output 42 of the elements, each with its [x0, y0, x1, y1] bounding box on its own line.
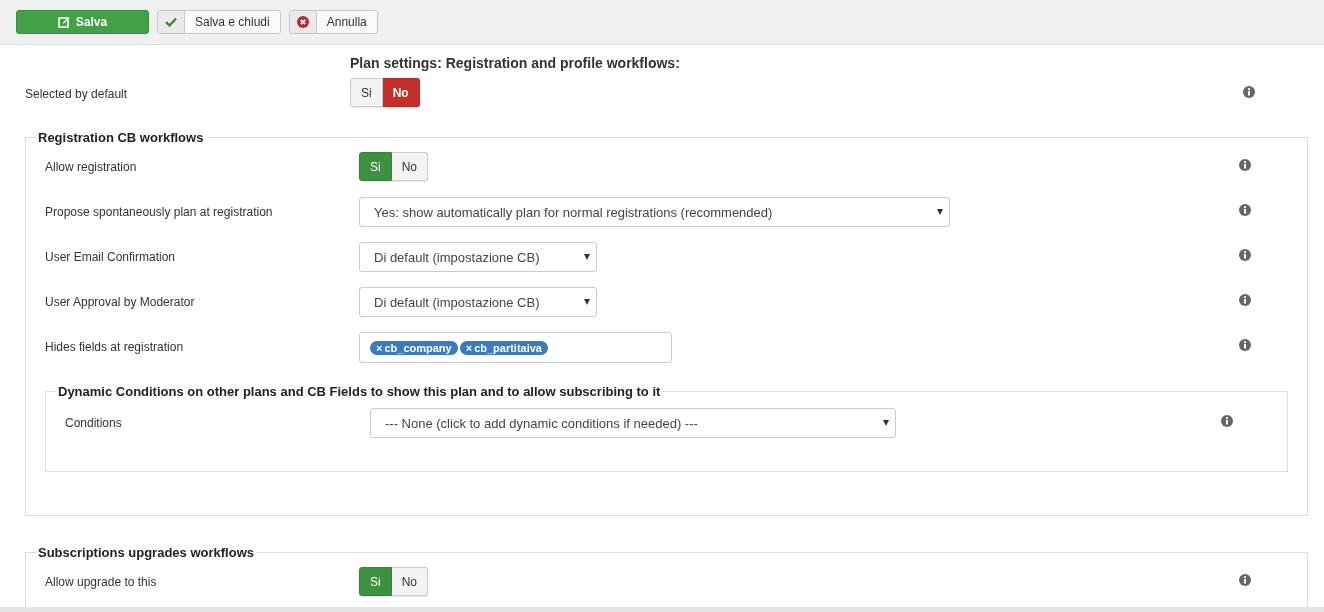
- info-icon[interactable]: [1239, 294, 1251, 306]
- tag-chip[interactable]: × cb_partitaiva: [459, 340, 548, 355]
- field-label: Propose spontaneously plan at registration: [45, 204, 274, 219]
- field-label: Selected by default: [25, 86, 129, 101]
- caret-icon: [937, 209, 943, 215]
- caret-icon: [584, 299, 590, 305]
- info-icon[interactable]: [1243, 86, 1255, 98]
- section-legend: Subscriptions upgrades workflows: [36, 545, 256, 560]
- section-legend: Dynamic Conditions on other plans and CB Fields to show this plan and to allow subscribing to it: [56, 384, 663, 399]
- toolbar-button[interactable]: Salva e chiudi: [157, 10, 281, 34]
- dropdown-select[interactable]: Yes: show automatically plan for normal registrations (recommended): [359, 197, 950, 227]
- info-icon[interactable]: [1239, 249, 1251, 261]
- toggle-option[interactable]: Si: [359, 567, 392, 596]
- info-icon[interactable]: [1239, 159, 1251, 171]
- info-icon[interactable]: [1239, 204, 1251, 216]
- dropdown-select[interactable]: Di default (impostazione CB): [359, 287, 597, 317]
- info-icon[interactable]: [1221, 415, 1233, 427]
- dropdown-select[interactable]: --- None (click to add dynamic conditions if needed) ---: [370, 408, 896, 438]
- caret-icon: [584, 254, 590, 260]
- toggle-option[interactable]: Si: [350, 78, 383, 107]
- field-label: Allow upgrade to this: [45, 574, 158, 589]
- tags-field[interactable]: × cb_company × cb_partitaiva: [359, 332, 672, 363]
- cancel-icon: [296, 16, 309, 28]
- info-icon[interactable]: [1239, 339, 1251, 351]
- toggle-option[interactable]: No: [391, 152, 428, 181]
- toolbar-button[interactable]: Annulla: [288, 10, 378, 34]
- section-legend: Registration CB workflows: [36, 130, 206, 145]
- edit-icon: [57, 16, 70, 28]
- check-icon: [165, 17, 177, 27]
- info-icon[interactable]: [1239, 574, 1251, 586]
- field-label: Allow registration: [45, 159, 138, 174]
- field-label: User Approval by Moderator: [45, 294, 196, 309]
- dropdown-select[interactable]: Di default (impostazione CB): [359, 242, 597, 272]
- field-label: Conditions: [65, 415, 123, 430]
- toggle-option[interactable]: No: [382, 78, 420, 107]
- toggle-option[interactable]: Si: [359, 152, 392, 181]
- tag-chip[interactable]: × cb_company: [370, 340, 458, 355]
- page-heading: Plan settings: Registration and profile workflows:: [350, 55, 681, 71]
- caret-icon: [883, 420, 889, 426]
- field-label: User Email Confirmation: [45, 249, 177, 264]
- field-label: Hides fields at registration: [45, 339, 185, 354]
- toggle-option[interactable]: No: [391, 567, 428, 596]
